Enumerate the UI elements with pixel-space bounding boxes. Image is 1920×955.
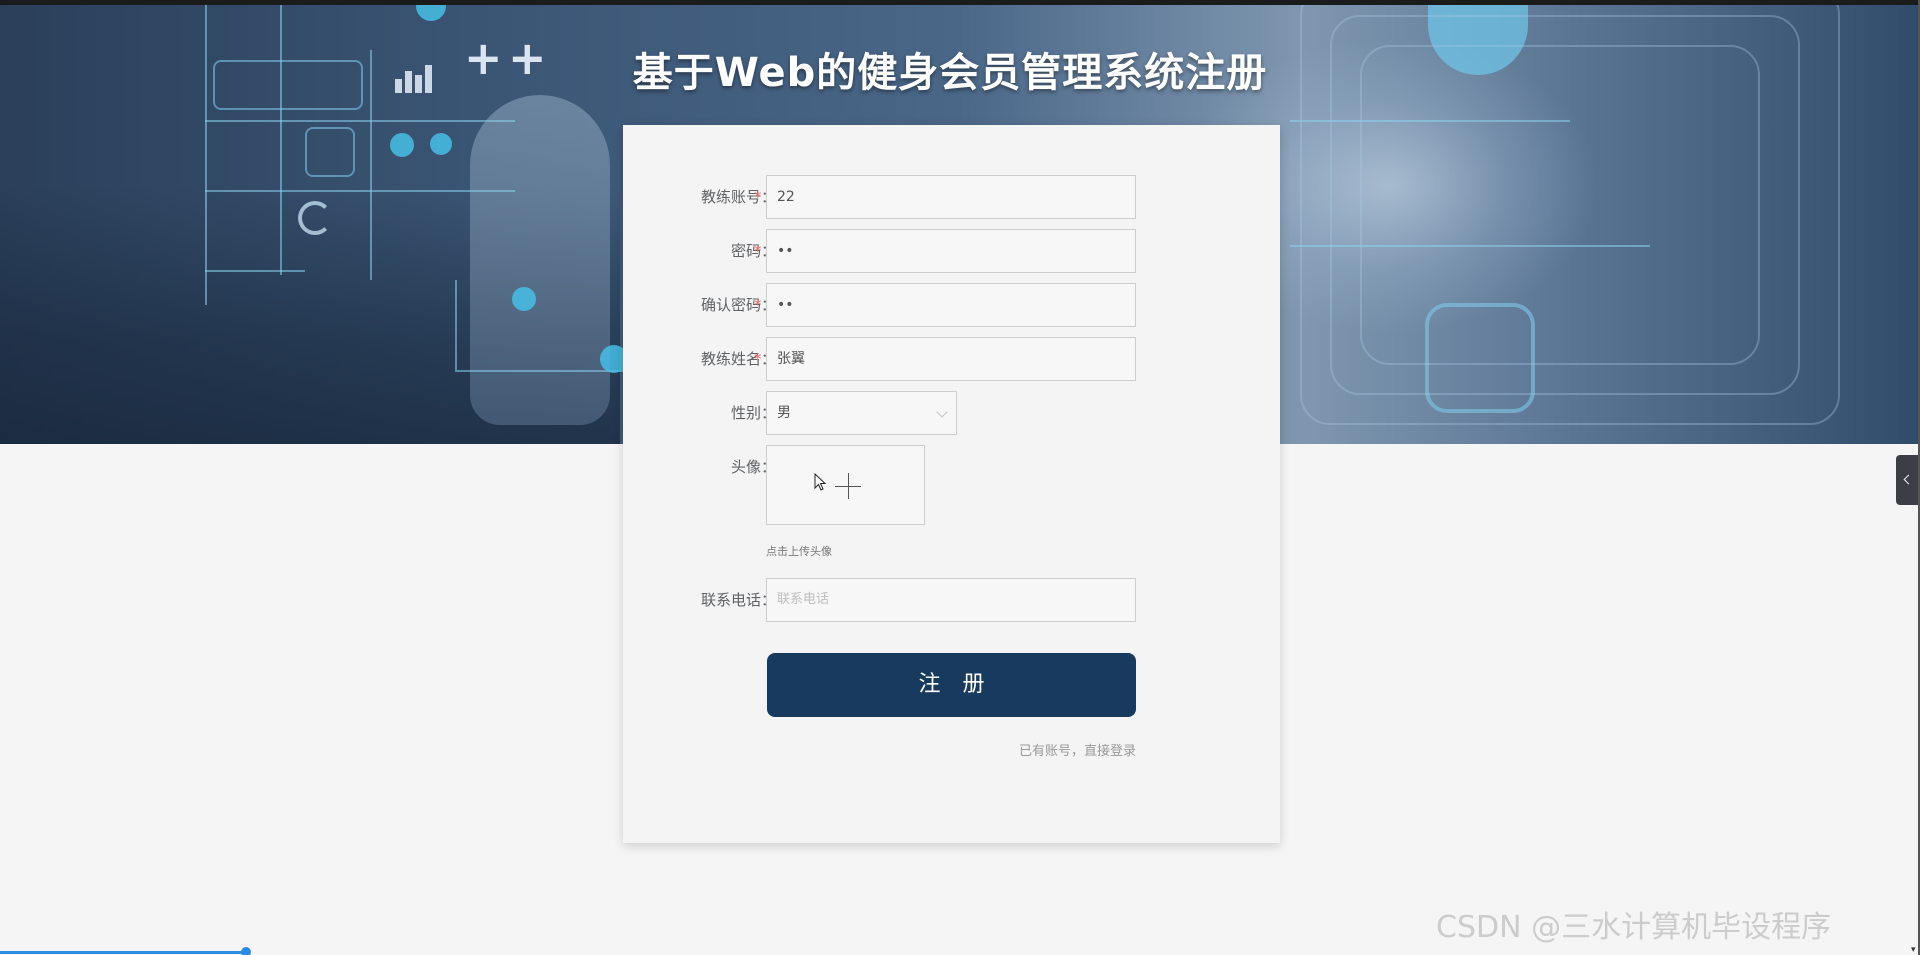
gender-value: 男: [777, 405, 791, 421]
gender-row: 性别： 男: [623, 391, 1280, 435]
avatar-hint: 点击上传头像: [766, 545, 832, 558]
confirm-password-row: 确认密码： * ••: [623, 283, 1280, 327]
pointer-cursor-icon: [814, 473, 826, 491]
gender-select[interactable]: 男: [766, 391, 957, 435]
plus-icon-vertical: [848, 473, 849, 499]
side-panel-toggle[interactable]: [1896, 455, 1918, 505]
gender-label: 性别：: [730, 404, 776, 422]
scroll-down-arrow-icon[interactable]: ▾: [1911, 945, 1916, 955]
chevron-down-icon: [936, 406, 948, 418]
chevron-left-icon: [1903, 474, 1914, 485]
avatar-label: 头像：: [730, 458, 776, 476]
avatar-row: 头像：: [623, 445, 1280, 525]
watermark: CSDN @三水计算机毕设程序: [1436, 910, 1832, 945]
avatar-upload[interactable]: [766, 445, 925, 525]
register-form-card: 教练账号： * 22 密码： * •• 确认密码： * •• 教练姓名： * 张…: [623, 125, 1280, 843]
password-row: 密码： * ••: [623, 229, 1280, 273]
name-input[interactable]: 张翼: [766, 337, 1136, 381]
required-mark: *: [754, 296, 762, 314]
account-row: 教练账号： * 22: [623, 175, 1280, 219]
password-input[interactable]: ••: [766, 229, 1136, 273]
phone-input[interactable]: 联系电话: [766, 578, 1136, 622]
register-page: + + 基于Web的健身会员管理系统注册 教练账号： * 22 密码： * ••…: [0, 0, 1920, 955]
loading-progress-bar: [0, 951, 250, 954]
page-title: 基于Web的健身会员管理系统注册: [632, 50, 1268, 96]
required-mark: *: [754, 350, 762, 368]
progress-knob: [241, 947, 251, 955]
phone-row: 联系电话： 联系电话: [623, 578, 1280, 622]
login-link[interactable]: 已有账号，直接登录: [1019, 740, 1136, 759]
phone-label: 联系电话：: [700, 591, 776, 609]
required-mark: *: [754, 188, 762, 206]
register-button[interactable]: 注册: [767, 653, 1136, 717]
name-row: 教练姓名： * 张翼: [623, 337, 1280, 381]
confirm-password-input[interactable]: ••: [766, 283, 1136, 327]
required-mark: *: [754, 242, 762, 260]
account-input[interactable]: 22: [766, 175, 1136, 219]
